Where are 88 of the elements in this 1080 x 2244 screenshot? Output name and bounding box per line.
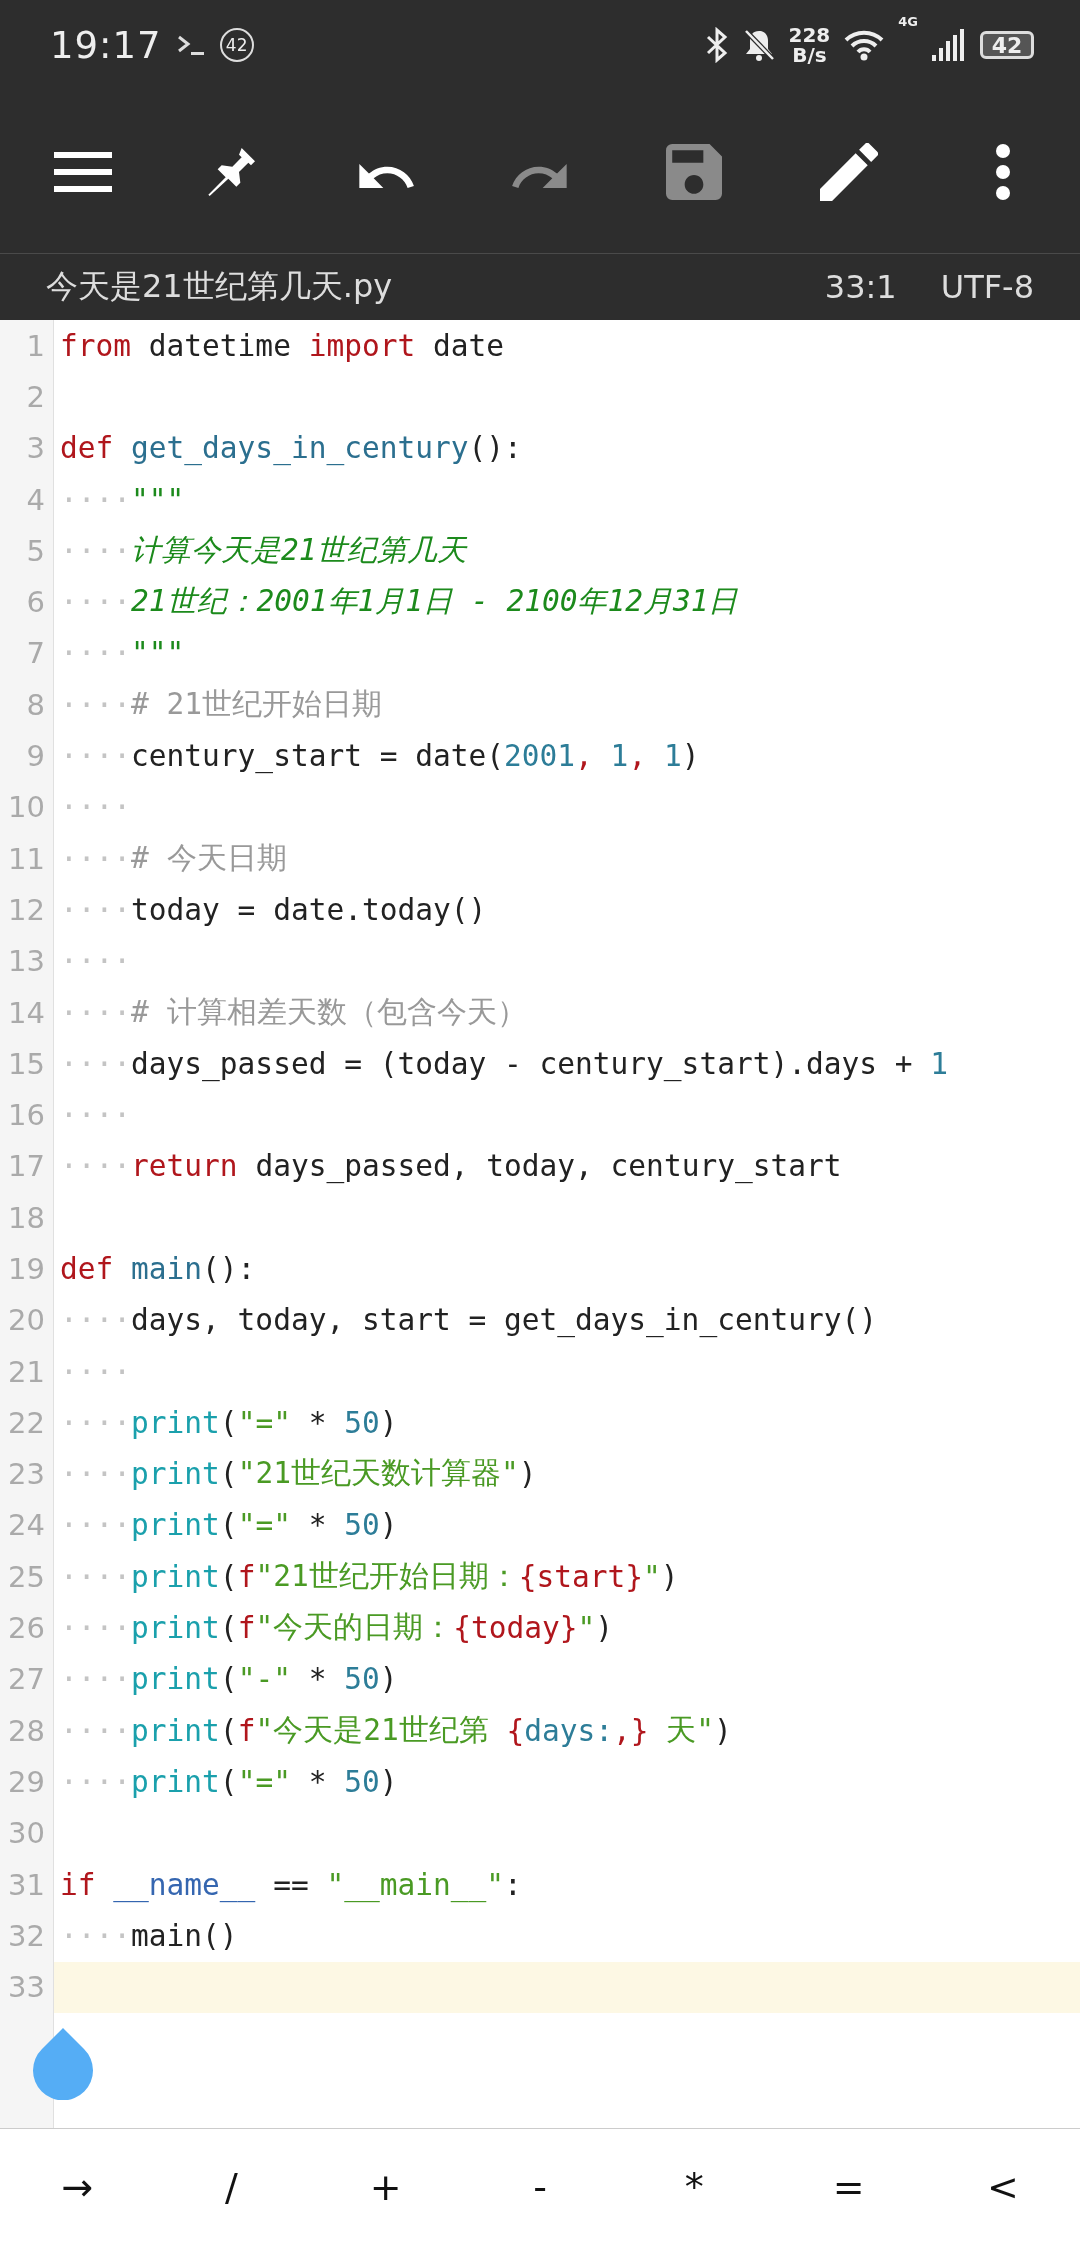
line-number: 30: [7, 1816, 46, 1851]
symbol-key[interactable]: -: [513, 2154, 567, 2219]
line-number: 33: [7, 1970, 46, 2005]
line-number: 10: [7, 790, 46, 825]
line-number: 15: [7, 1046, 46, 1081]
code-line: ····print("21世纪天数计算器"): [59, 1455, 538, 1494]
signal-icon: [932, 29, 966, 61]
cursor-handle[interactable]: [32, 2028, 94, 2100]
code-line: ····21世纪：2001年1月1日 - 2100年12月31日: [59, 583, 740, 622]
code-line: ····days_passed = (today - century_start).days + 1: [59, 1045, 950, 1084]
menu-icon: [54, 151, 112, 192]
cursor-position: 33:1: [824, 268, 897, 306]
bluetooth-icon: [704, 27, 729, 63]
code-line: def get_days_in_century():: [59, 430, 523, 468]
code-line: ····print("=" * 50): [59, 1507, 399, 1545]
code-line: ····计算今天是21世纪第几天: [59, 531, 469, 570]
line-number: 31: [7, 1867, 46, 1902]
battery-level: 42: [980, 31, 1034, 59]
line-number: 27: [7, 1662, 46, 1697]
code-line: ····: [59, 943, 133, 981]
line-number: 13: [7, 944, 46, 979]
line-number: 4: [25, 482, 46, 517]
file-encoding: UTF-8: [940, 268, 1034, 306]
code-line: ····print(f"今天是21世纪第 {days:,} 天"): [59, 1711, 733, 1750]
code-line: ····""": [59, 635, 186, 673]
code-line: def main():: [59, 1251, 257, 1288]
file-name: 今天是21世纪第几天.py: [46, 266, 393, 307]
terminal-icon: [175, 33, 206, 57]
line-number: 11: [7, 841, 46, 876]
line-number: 6: [25, 585, 46, 620]
line-number: 14: [7, 995, 46, 1030]
code-line: ····# 21世纪开始日期: [59, 685, 384, 724]
line-number: 5: [25, 533, 46, 568]
symbol-key[interactable]: *: [664, 2154, 724, 2219]
wifi-icon: [844, 29, 885, 61]
line-number: 28: [7, 1713, 46, 1748]
symbol-key[interactable]: /: [205, 2154, 258, 2219]
code-line: ····# 今天日期: [59, 839, 288, 878]
line-number: 29: [7, 1764, 46, 1799]
line-number: 16: [7, 1098, 46, 1133]
line-number: 12: [7, 892, 46, 927]
line-number: 24: [7, 1508, 46, 1543]
bell-off-icon: [742, 28, 775, 62]
line-number: 3: [25, 431, 46, 466]
symbol-key[interactable]: +: [349, 2154, 422, 2219]
code-line: ····print("-" * 50): [59, 1661, 399, 1699]
symbol-key[interactable]: =: [812, 2154, 885, 2219]
code-line: ····""": [59, 481, 186, 519]
code-line: ····days, today, start = get_days_in_century(): [59, 1302, 878, 1340]
code-line: ····print("=" * 50): [59, 1763, 399, 1801]
symbol-key[interactable]: <: [966, 2154, 1039, 2219]
code-line: ····print("=" * 50): [59, 1404, 399, 1442]
line-number: 20: [7, 1303, 46, 1338]
line-number: 18: [7, 1200, 46, 1235]
code-line: ····: [59, 789, 133, 827]
line-number: 32: [7, 1918, 46, 1953]
network-type: 4G: [898, 14, 918, 29]
symbol-key[interactable]: →: [41, 2154, 114, 2219]
code-line: if __name__ == "__main__":: [59, 1866, 523, 1905]
line-number: 21: [7, 1354, 46, 1389]
clock-time: 19:17: [50, 23, 162, 67]
pencil-icon: [819, 142, 878, 201]
line-number: 25: [7, 1559, 46, 1594]
notification-count: 42: [219, 28, 254, 62]
line-number: 1: [25, 328, 46, 363]
code-line: ····# 计算相差天数（包含今天）: [59, 993, 528, 1032]
speed-unit: B/s: [792, 45, 827, 65]
save-icon: [666, 143, 723, 200]
line-number: 17: [7, 1149, 46, 1184]
line-number: 19: [7, 1252, 46, 1286]
more-icon: [994, 142, 1011, 201]
code-line: ····: [59, 1097, 133, 1135]
code-line: from datetime import date: [59, 327, 506, 365]
line-number: 22: [7, 1405, 46, 1440]
line-number: 26: [7, 1611, 46, 1646]
code-line: ····return days_passed, today, century_start: [59, 1148, 843, 1186]
code-line: ····print(f"21世纪开始日期：{start}"): [59, 1557, 680, 1596]
line-number: 7: [25, 636, 46, 671]
line-number: 2: [25, 379, 46, 414]
code-line: ····today = date.today(): [59, 891, 488, 929]
code-line: ····main(): [59, 1917, 239, 1955]
code-line: ····: [59, 1353, 133, 1391]
code-line: ····century_start = date(2001, 1, 1): [59, 738, 701, 776]
code-line: ····print(f"今天的日期：{today}"): [59, 1609, 614, 1648]
line-number: 23: [7, 1457, 46, 1492]
line-number: 9: [25, 739, 46, 773]
line-number: 8: [25, 687, 46, 722]
network-speed: 228: [788, 25, 831, 45]
